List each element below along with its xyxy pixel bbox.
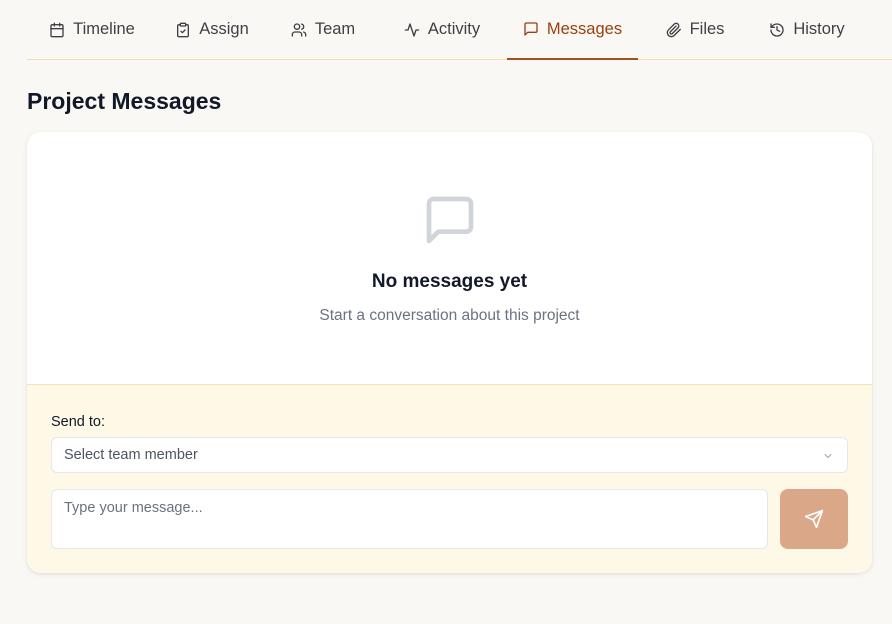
activity-icon [404,22,420,37]
message-square-icon [524,22,538,36]
recipient-select[interactable]: Select team member [51,437,848,473]
tab-timeline[interactable]: Timeline [27,0,157,59]
calendar-icon [50,22,64,37]
tab-label: Timeline [73,20,135,38]
tab-team[interactable]: Team [267,0,379,59]
tab-activity[interactable]: Activity [379,0,505,59]
recipient-select-value: Select team member [64,447,198,463]
send-button[interactable] [780,489,848,549]
tab-assign[interactable]: Assign [157,0,267,59]
empty-state-subtitle: Start a conversation about this project [319,307,580,324]
tab-history[interactable]: History [749,0,865,59]
tab-label: Activity [427,20,481,38]
messages-card: No messages yet Start a conversation abo… [27,132,872,573]
users-icon [291,22,307,37]
send-icon [804,509,824,529]
tab-bar: Timeline Assign Team Activity Messages F… [27,0,892,60]
send-to-label: Send to: [51,414,106,430]
tab-label: Assign [199,20,249,38]
message-square-icon [426,196,474,244]
tab-label: History [793,20,845,38]
tab-label: Messages [546,19,623,38]
chevron-down-icon [824,454,832,458]
message-composer: Send to: Select team member [27,385,872,573]
paperclip-icon [666,22,681,37]
tab-label: Team [314,20,356,38]
page-title: Project Messages [27,88,222,114]
empty-state: No messages yet Start a conversation abo… [27,132,872,385]
empty-state-title: No messages yet [371,271,528,292]
tab-label: Files [689,20,725,38]
clipboard-check-icon [177,22,190,37]
tab-messages[interactable]: Messages [507,0,638,60]
message-input[interactable] [51,489,768,549]
tab-files[interactable]: Files [639,0,751,59]
history-icon [770,22,784,37]
